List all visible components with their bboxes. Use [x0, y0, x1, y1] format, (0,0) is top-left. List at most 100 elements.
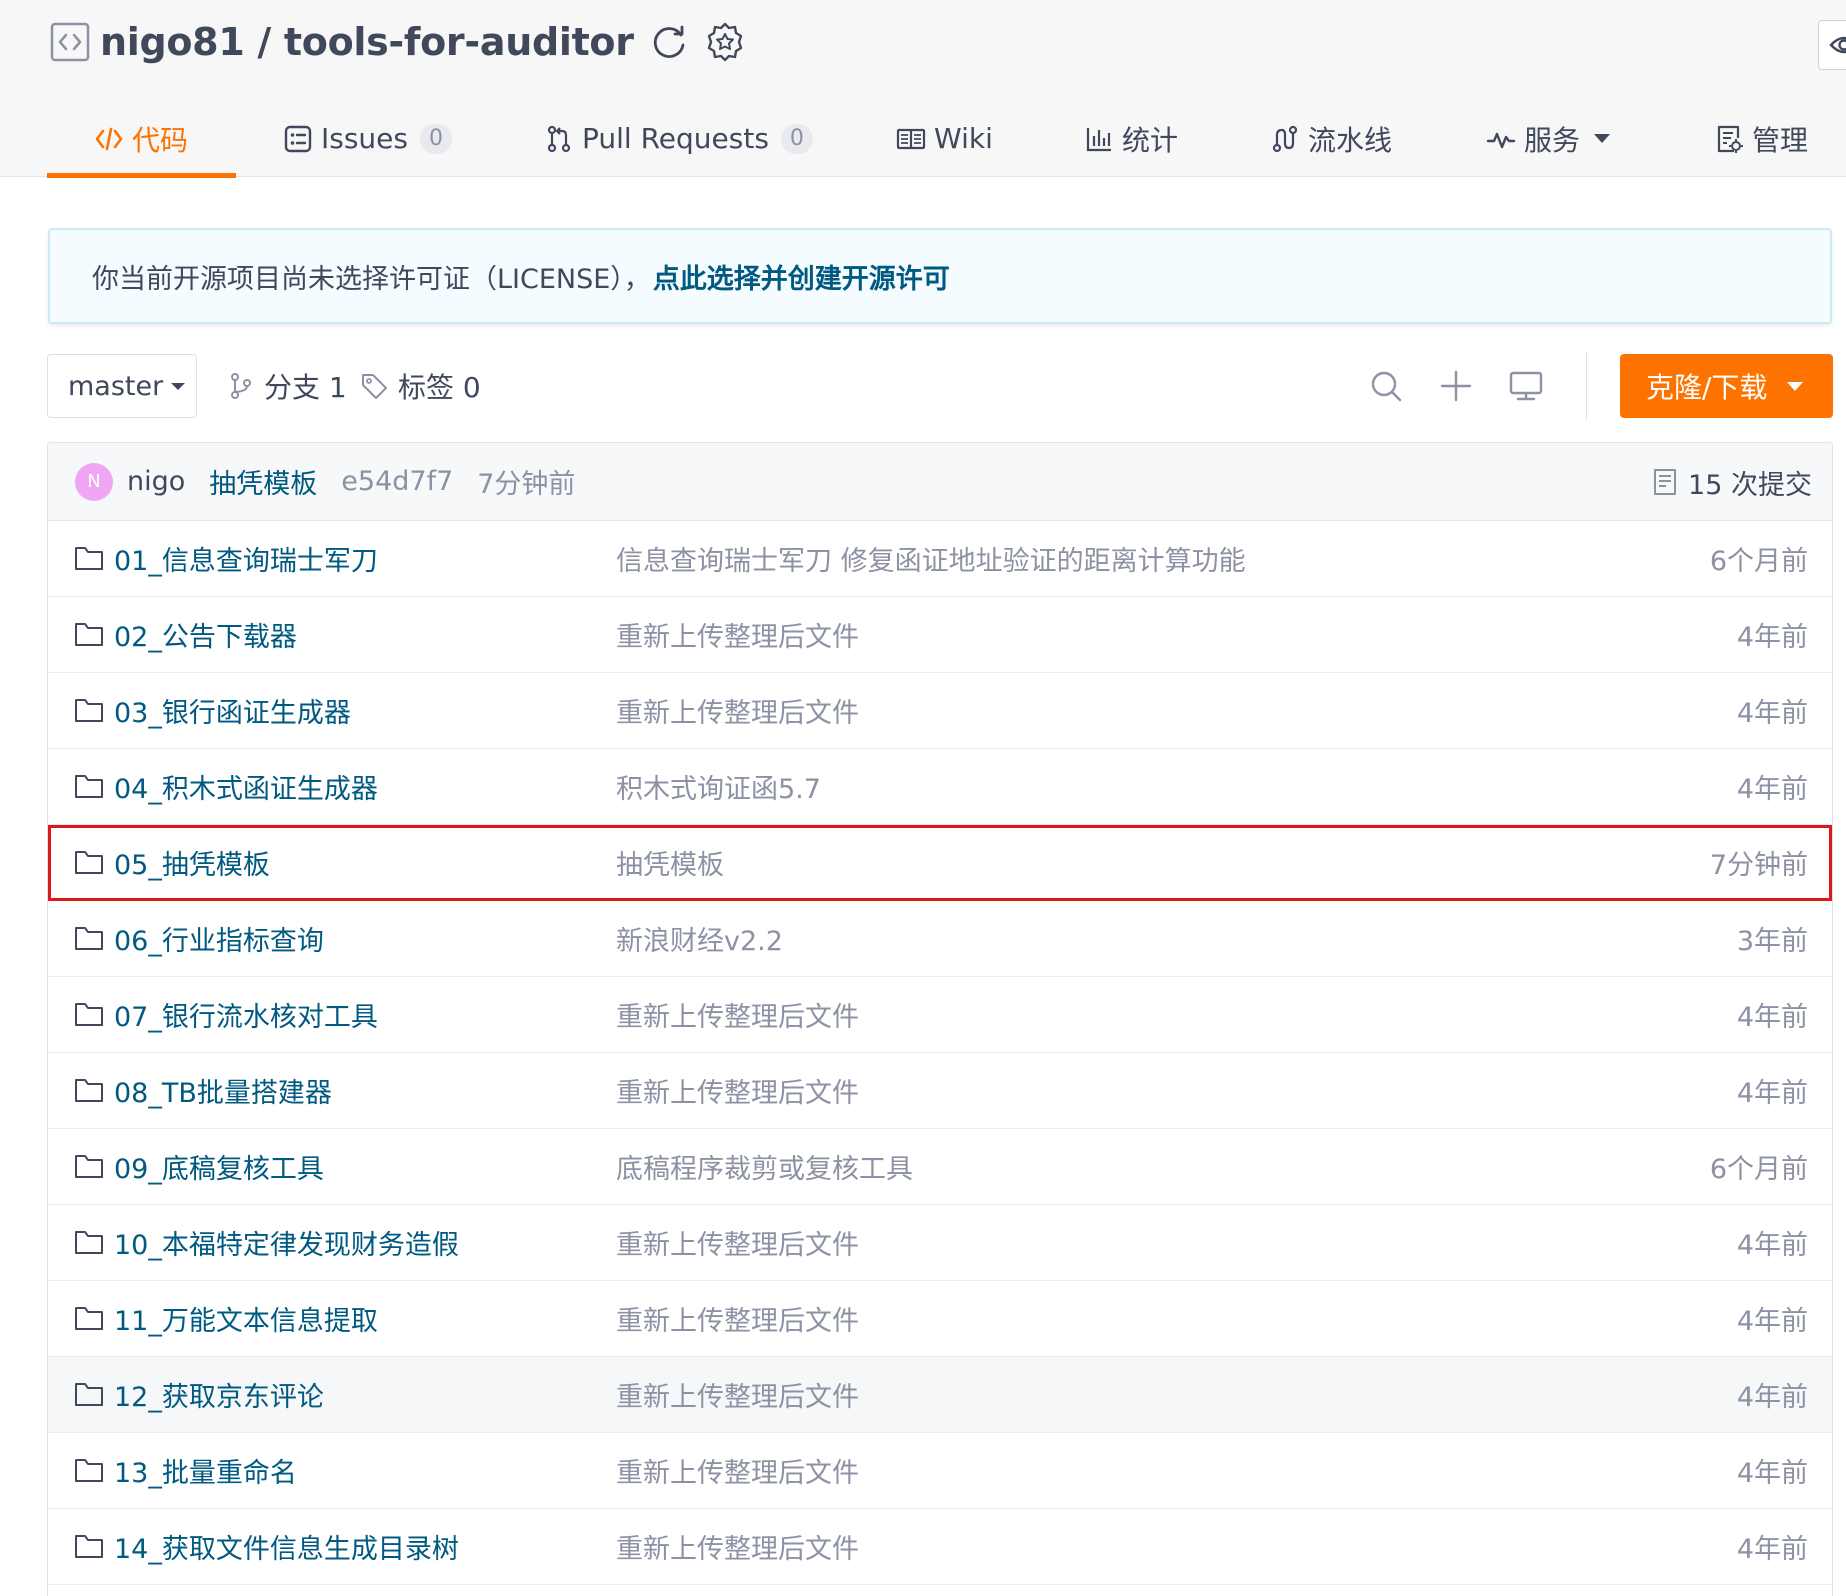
search-icon[interactable] — [1366, 366, 1406, 406]
tab-code-label: 代码 — [132, 123, 189, 157]
file-name-link[interactable]: 10_本福特定律发现财务造假 — [114, 1223, 459, 1262]
tab-code[interactable]: 代码 — [94, 100, 188, 177]
file-name-link[interactable]: 06_行业指标查询 — [114, 919, 324, 958]
file-commit-message[interactable]: 信息查询瑞士军刀 修复函证地址验证的距离计算功能 — [616, 539, 1246, 578]
file-commit-time: 4年前 — [1736, 1382, 1808, 1413]
tab-pipeline-label: 流水线 — [1308, 123, 1393, 157]
file-commit-message[interactable]: 重新上传整理后文件 — [616, 1071, 859, 1110]
tab-manage[interactable]: 管理 — [1714, 100, 1808, 177]
table-row[interactable]: 08_TB批量搭建器 重新上传整理后文件 4年前 — [48, 1053, 1832, 1129]
file-commit-message[interactable]: 底稿程序裁剪或复核工具 — [616, 1147, 913, 1186]
active-tab-underline — [47, 173, 236, 178]
repo-title[interactable]: nigo81 / tools-for-auditor — [100, 20, 634, 64]
table-row[interactable]: 02_公告下载器 重新上传整理后文件 4年前 — [48, 597, 1832, 673]
file-commit-message[interactable]: 重新上传整理后文件 — [616, 995, 859, 1034]
table-row[interactable]: 04_积木式函证生成器 积木式询证函5.7 4年前 — [48, 749, 1832, 825]
clone-download-button[interactable]: 克隆/下载 — [1620, 354, 1833, 418]
file-name-link[interactable]: 14_获取文件信息生成目录树 — [114, 1527, 459, 1566]
manage-icon — [1717, 125, 1743, 153]
folder-icon — [74, 924, 104, 952]
file-name-link[interactable]: 13_批量重命名 — [114, 1451, 297, 1490]
code-icon — [95, 127, 123, 150]
file-name-link[interactable]: 12_获取京东评论 — [114, 1375, 324, 1414]
tab-services-label: 服务 — [1524, 123, 1581, 157]
file-table: N nigo 抽凭模板 e54d7f7 7分钟前 15 次提交 01_信息查询瑞… — [47, 442, 1833, 1596]
folder-icon — [74, 1304, 104, 1332]
file-commit-time: 4年前 — [1736, 622, 1808, 653]
wiki-icon — [896, 128, 926, 149]
recommended-badge-icon[interactable] — [690, 21, 746, 63]
file-commit-message[interactable]: 积木式询证函5.7 — [616, 767, 821, 806]
add-file-icon[interactable] — [1436, 366, 1476, 406]
sync-icon[interactable] — [634, 21, 690, 63]
file-commit-message[interactable]: 重新上传整理后文件 — [616, 691, 859, 730]
file-commit-time: 4年前 — [1736, 1230, 1808, 1261]
file-name-link[interactable]: 07_银行流水核对工具 — [114, 995, 378, 1034]
commit-message[interactable]: 抽凭模板 — [209, 462, 317, 501]
file-commit-message[interactable]: 重新上传整理后文件 — [616, 1299, 859, 1338]
pull-requests-count-badge: 0 — [780, 123, 813, 154]
file-commit-message[interactable]: 重新上传整理后文件 — [616, 1451, 859, 1490]
web-ide-icon[interactable] — [1506, 366, 1546, 406]
branch-select-value: master — [68, 370, 164, 402]
file-name-link[interactable]: 09_底稿复核工具 — [114, 1147, 324, 1186]
file-name-link[interactable]: 04_积木式函证生成器 — [114, 767, 378, 806]
file-commit-time: 4年前 — [1736, 1534, 1808, 1565]
tab-manage-label: 管理 — [1752, 123, 1809, 157]
file-commit-message[interactable]: 重新上传整理后文件 — [616, 1375, 859, 1414]
table-row[interactable]: 09_底稿复核工具 底稿程序裁剪或复核工具 6个月前 — [48, 1129, 1832, 1205]
file-commit-message[interactable]: 新浪财经v2.2 — [616, 919, 783, 958]
table-row[interactable]: 14_获取文件信息生成目录树 重新上传整理后文件 4年前 — [48, 1509, 1832, 1585]
file-commit-time: 4年前 — [1736, 774, 1808, 805]
avatar[interactable]: N — [75, 462, 113, 501]
commits-icon — [1654, 469, 1677, 495]
folder-icon — [74, 1152, 104, 1180]
table-row[interactable]: 05_抽凭模板 抽凭模板 7分钟前 — [48, 825, 1832, 901]
tab-stats[interactable]: 统计 — [1084, 100, 1178, 177]
clone-download-label: 克隆/下载 — [1646, 371, 1768, 404]
tags-link[interactable]: 标签 0 — [360, 354, 481, 418]
file-name-link[interactable]: 11_万能文本信息提取 — [114, 1299, 378, 1338]
commit-count-link[interactable]: 15 次提交 — [1652, 443, 1812, 521]
table-row[interactable]: 07_银行流水核对工具 重新上传整理后文件 4年前 — [48, 977, 1832, 1053]
repo-code-icon — [50, 22, 100, 62]
tab-wiki[interactable]: Wiki — [896, 100, 993, 177]
table-row[interactable]: 12_获取京东评论 重新上传整理后文件 4年前 — [48, 1357, 1832, 1433]
repo-title-row: nigo81 / tools-for-auditor — [50, 18, 746, 66]
file-commit-time: 7分钟前 — [1709, 850, 1808, 881]
tab-pull-requests[interactable]: Pull Requests 0 — [544, 100, 813, 177]
tab-stats-label: 统计 — [1122, 123, 1179, 157]
file-name-link[interactable]: 03_银行函证生成器 — [114, 691, 351, 730]
tab-services[interactable]: 服务 — [1486, 100, 1611, 177]
table-row[interactable]: 01_信息查询瑞士军刀 信息查询瑞士军刀 修复函证地址验证的距离计算功能 6个月前 — [48, 521, 1832, 597]
commit-author[interactable]: nigo — [127, 466, 185, 497]
tab-pipeline[interactable]: 流水线 — [1270, 100, 1392, 177]
file-commit-message[interactable]: 重新上传整理后文件 — [616, 1527, 859, 1566]
stats-icon — [1086, 127, 1111, 151]
table-row[interactable]: 11_万能文本信息提取 重新上传整理后文件 4年前 — [48, 1281, 1832, 1357]
branch-select[interactable]: master — [47, 354, 197, 418]
file-name-link[interactable]: 01_信息查询瑞士军刀 — [114, 539, 378, 578]
tab-pull-requests-label: Pull Requests — [582, 122, 769, 155]
folder-icon — [74, 1380, 104, 1408]
create-license-link[interactable]: 点此选择并创建开源许可 — [653, 257, 950, 296]
eye-icon — [1829, 36, 1846, 54]
watch-button[interactable] — [1818, 20, 1846, 70]
file-name-link[interactable]: 08_TB批量搭建器 — [114, 1071, 332, 1110]
table-row[interactable]: 13_批量重命名 重新上传整理后文件 4年前 — [48, 1433, 1832, 1509]
folder-icon — [74, 848, 104, 876]
commit-sha[interactable]: e54d7f7 — [341, 466, 453, 497]
issues-count-badge: 0 — [420, 123, 452, 154]
file-name-link[interactable]: 02_公告下载器 — [114, 615, 297, 654]
table-row[interactable]: 06_行业指标查询 新浪财经v2.2 3年前 — [48, 901, 1832, 977]
file-name-link[interactable]: 05_抽凭模板 — [114, 843, 270, 882]
table-row[interactable]: 03_银行函证生成器 重新上传整理后文件 4年前 — [48, 673, 1832, 749]
tab-issues[interactable]: Issues 0 — [283, 100, 452, 177]
file-commit-message[interactable]: 重新上传整理后文件 — [616, 615, 859, 654]
tag-icon — [362, 374, 387, 399]
branches-link[interactable]: 分支 1 — [228, 354, 347, 418]
file-commit-message[interactable]: 重新上传整理后文件 — [616, 1223, 859, 1262]
file-commit-message[interactable]: 抽凭模板 — [616, 843, 724, 882]
folder-icon — [74, 1456, 104, 1484]
table-row[interactable]: 10_本福特定律发现财务造假 重新上传整理后文件 4年前 — [48, 1205, 1832, 1281]
